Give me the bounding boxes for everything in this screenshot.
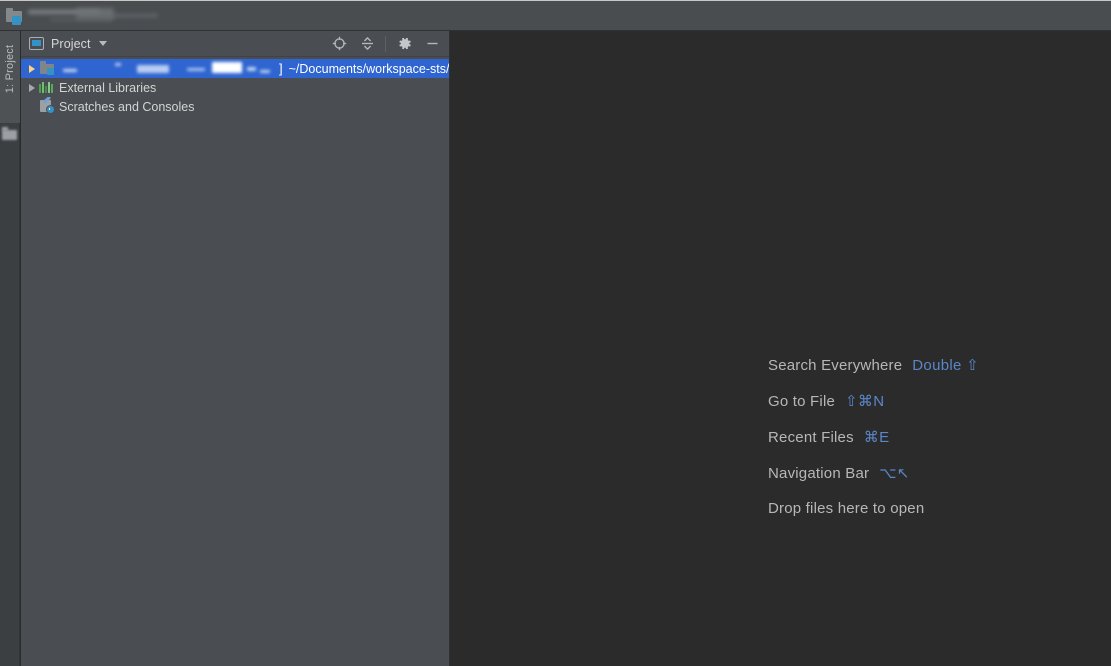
- project-view-icon: [29, 37, 44, 50]
- shortcut-keys: ⌥↖: [879, 465, 910, 482]
- editor-area[interactable]: Search Everywhere Double ⇧ Go to File ⇧⌘…: [450, 31, 1111, 666]
- shortcut-label: Go to File: [768, 393, 836, 410]
- window-titlebar: [0, 0, 1111, 31]
- chevron-down-icon[interactable]: [98, 41, 107, 46]
- window-title-redacted: [28, 6, 158, 26]
- shortcut-keys: Double ⇧: [912, 357, 979, 374]
- shortcut-search-everywhere[interactable]: Search Everywhere Double ⇧: [768, 356, 979, 392]
- project-tree: ] ~/Documents/workspace-sts/ External Li…: [21, 57, 449, 116]
- module-folder-icon: [39, 61, 57, 76]
- structure-icon[interactable]: [2, 127, 17, 140]
- shortcut-keys: ⌘E: [863, 429, 890, 446]
- editor-empty-state: Search Everywhere Double ⇧ Go to File ⇧⌘…: [768, 356, 979, 536]
- shortcut-navigation-bar[interactable]: Navigation Bar ⌥↖: [768, 464, 979, 500]
- shortcut-label: Recent Files: [768, 429, 854, 446]
- project-folder-icon: [6, 8, 23, 25]
- project-panel-header: Project: [21, 31, 449, 57]
- collapse-all-icon[interactable]: [354, 33, 380, 55]
- left-tool-strip: 1: Project: [0, 31, 20, 666]
- expand-arrow-icon[interactable]: [25, 83, 39, 92]
- list-item[interactable]: Scratches and Consoles: [21, 97, 449, 116]
- select-opened-file-icon[interactable]: [326, 33, 352, 55]
- project-path-label: ~/Documents/workspace-sts/: [288, 61, 449, 76]
- list-item[interactable]: External Libraries: [21, 78, 449, 97]
- external-libraries-icon: [39, 80, 57, 95]
- project-panel-actions: [326, 33, 445, 55]
- gear-icon[interactable]: [391, 33, 417, 55]
- project-tool-window: Project] ~/Documents/workspace-sts/ Ext…: [21, 31, 450, 666]
- shortcut-keys: ⇧⌘N: [845, 393, 885, 410]
- drop-files-hint: Drop files here to open: [768, 500, 979, 536]
- shortcut-go-to-file[interactable]: Go to File ⇧⌘N: [768, 392, 979, 428]
- list-item-label: Scratches and Consoles: [59, 99, 195, 114]
- sidebar-item-project-label: 1: Project: [4, 44, 16, 94]
- list-item-label: External Libraries: [59, 80, 157, 95]
- drop-files-hint-label: Drop files here to open: [768, 500, 925, 517]
- scratches-icon: [39, 97, 57, 114]
- table-row[interactable]: ] ~/Documents/workspace-sts/: [21, 59, 449, 78]
- sidebar-item-project[interactable]: 1: Project: [0, 31, 20, 123]
- project-name-bracket: ]: [279, 61, 283, 76]
- toolbar-separator: [385, 35, 386, 52]
- expand-arrow-icon[interactable]: [25, 64, 39, 73]
- minimize-icon[interactable]: [419, 33, 445, 55]
- shortcut-label: Navigation Bar: [768, 465, 870, 482]
- shortcut-recent-files[interactable]: Recent Files ⌘E: [768, 428, 979, 464]
- project-name-redacted: [57, 61, 279, 76]
- project-panel-title: Project: [51, 36, 91, 51]
- ide-window: 1: Project Project] ~/Documents/workspa…: [0, 0, 1111, 666]
- shortcut-label: Search Everywhere: [768, 357, 903, 374]
